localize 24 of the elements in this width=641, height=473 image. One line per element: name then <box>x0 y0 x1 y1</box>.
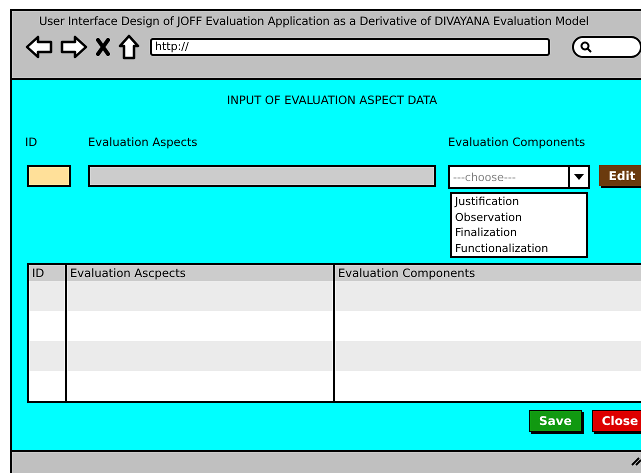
edit-button[interactable]: Edit <box>599 165 641 186</box>
field-label: Evaluation Components <box>448 135 586 149</box>
dropdown-option[interactable]: Finalization <box>455 225 583 240</box>
close-icon[interactable] <box>95 38 111 56</box>
url-field[interactable]: http:// <box>150 38 550 56</box>
form-heading: INPUT OF EVALUATION ASPECT DATA <box>226 92 438 107</box>
search-field[interactable] <box>572 36 641 58</box>
field-label: ID <box>25 135 38 149</box>
id-field[interactable] <box>27 165 71 187</box>
field-label: Evaluation Aspects <box>88 135 198 149</box>
save-button[interactable]: Save <box>529 410 582 432</box>
component-dropdown[interactable]: ---choose--- <box>448 165 590 189</box>
aspect-field[interactable] <box>88 165 436 187</box>
back-icon[interactable] <box>25 35 53 59</box>
window-title: User Interface Design of JOFF Evaluation Application as a Derivative of DIVAYANA Evaluation Model <box>38 13 590 28</box>
dropdown-option[interactable]: Functionalization <box>455 240 583 256</box>
dropdown-option[interactable]: Justification <box>455 194 583 210</box>
caret-icon <box>574 174 584 180</box>
search-icon <box>580 41 592 53</box>
forward-icon[interactable] <box>60 35 88 59</box>
close-button[interactable]: Close <box>592 410 641 432</box>
column-header: Evaluation Components <box>337 265 476 281</box>
dropdown-option[interactable]: Observation <box>455 210 583 225</box>
home-icon[interactable] <box>118 34 140 60</box>
